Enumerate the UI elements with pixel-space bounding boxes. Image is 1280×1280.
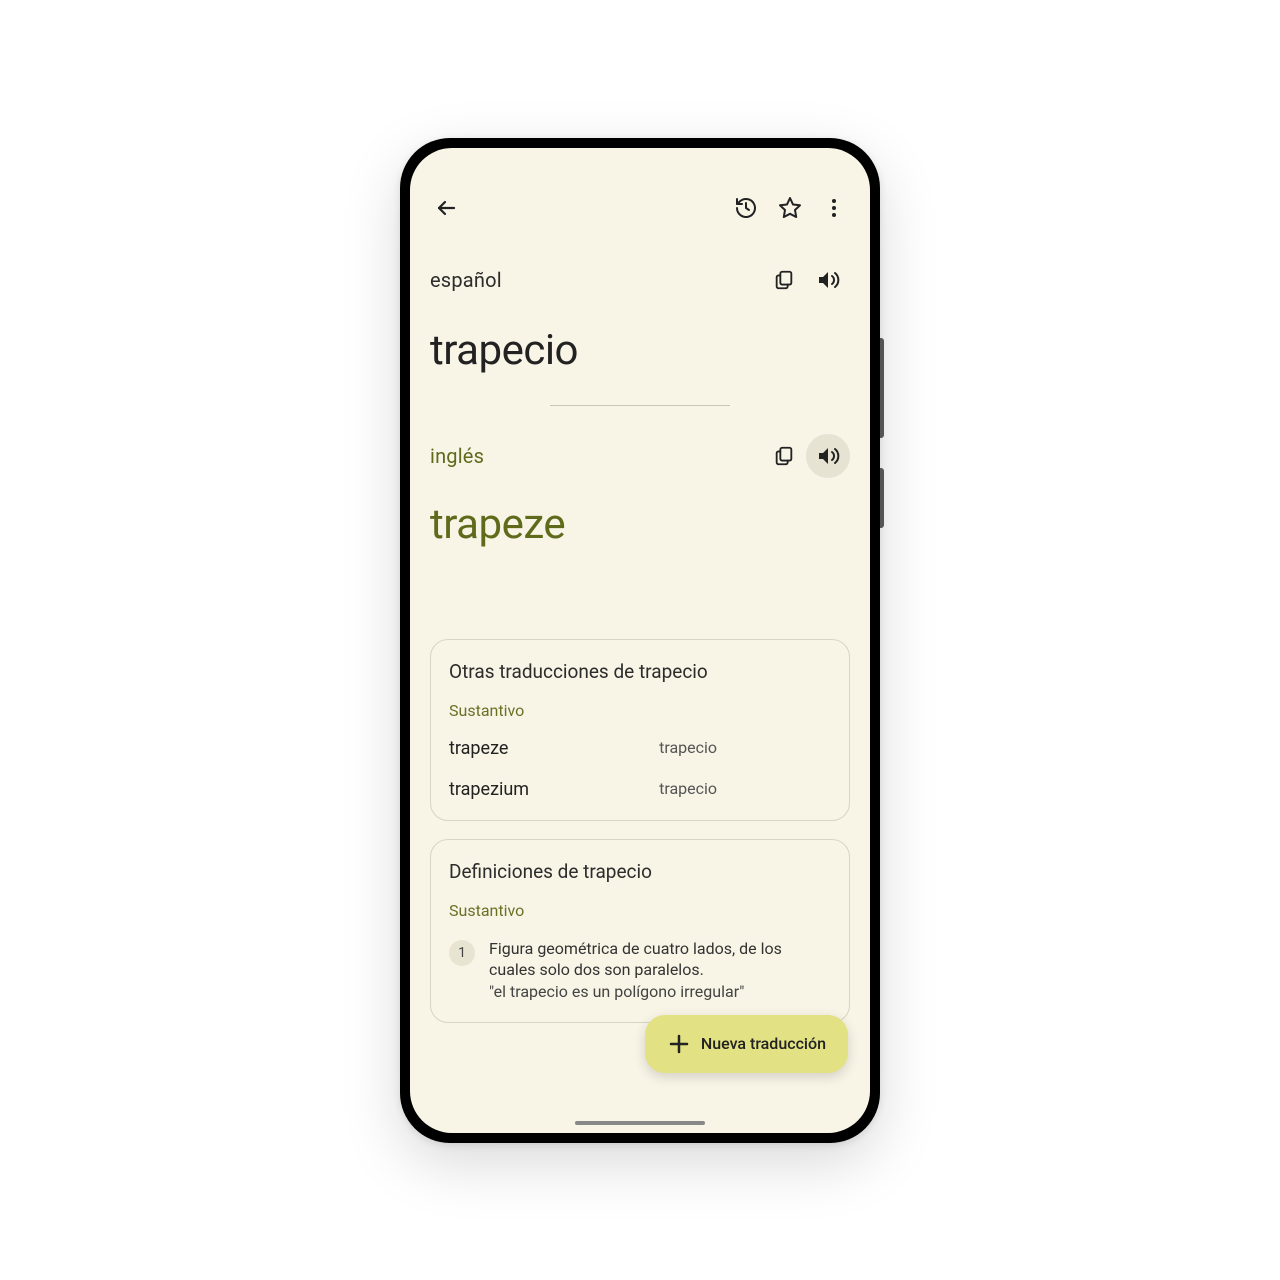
speaker-icon (816, 444, 840, 468)
copy-icon (773, 445, 795, 467)
target-word: trapeze (430, 500, 850, 549)
speaker-icon (816, 268, 840, 292)
back-button[interactable] (424, 186, 468, 230)
source-speak-button[interactable] (806, 258, 850, 302)
translation-original: trapecio (659, 779, 831, 800)
plus-icon (667, 1032, 691, 1056)
history-button[interactable] (724, 186, 768, 230)
new-translation-fab[interactable]: Nueva traducción (645, 1015, 848, 1073)
translation-word: trapeze (449, 738, 659, 759)
side-button-2 (880, 468, 884, 528)
app-screen: español trapecio (410, 148, 870, 1133)
target-copy-button[interactable] (762, 434, 806, 478)
definition-number: 1 (449, 940, 475, 966)
definition-body: Figura geométrica de cuatro lados, de lo… (489, 939, 782, 980)
target-lang-label: inglés (430, 444, 762, 468)
target-lang-row: inglés (430, 434, 850, 478)
translation-original: trapecio (659, 738, 831, 759)
content-area: español trapecio (410, 258, 870, 1024)
more-vert-icon (822, 196, 846, 220)
source-lang-label: español (430, 268, 762, 292)
status-bar (410, 148, 870, 176)
other-translations-pos: Sustantivo (449, 701, 831, 720)
divider (550, 405, 730, 406)
definitions-card: Definiciones de trapecio Sustantivo 1 Fi… (430, 839, 850, 1024)
source-lang-row: español (430, 258, 850, 302)
source-copy-button[interactable] (762, 258, 806, 302)
other-translations-title: Otras traducciones de trapecio (449, 660, 831, 683)
history-icon (734, 196, 758, 220)
translation-row: trapezium trapecio (449, 779, 831, 800)
star-icon (778, 196, 802, 220)
top-bar (410, 176, 870, 240)
copy-icon (773, 269, 795, 291)
source-word: trapecio (430, 326, 850, 375)
other-translations-card: Otras traducciones de trapecio Sustantiv… (430, 639, 850, 821)
home-indicator (575, 1121, 705, 1125)
more-button[interactable] (812, 186, 856, 230)
definition-example: "el trapecio es un polígono irregular" (489, 982, 744, 1001)
fab-label: Nueva traducción (701, 1034, 826, 1053)
phone-frame: español trapecio (400, 138, 880, 1143)
definitions-title: Definiciones de trapecio (449, 860, 831, 883)
definition-text: Figura geométrica de cuatro lados, de lo… (489, 938, 831, 1003)
definition-row: 1 Figura geométrica de cuatro lados, de … (449, 938, 831, 1003)
arrow-left-icon (434, 196, 458, 220)
target-speak-button[interactable] (806, 434, 850, 478)
definitions-pos: Sustantivo (449, 901, 831, 920)
translation-row: trapeze trapecio (449, 738, 831, 759)
star-button[interactable] (768, 186, 812, 230)
side-button-1 (880, 338, 884, 438)
translation-word: trapezium (449, 779, 659, 800)
